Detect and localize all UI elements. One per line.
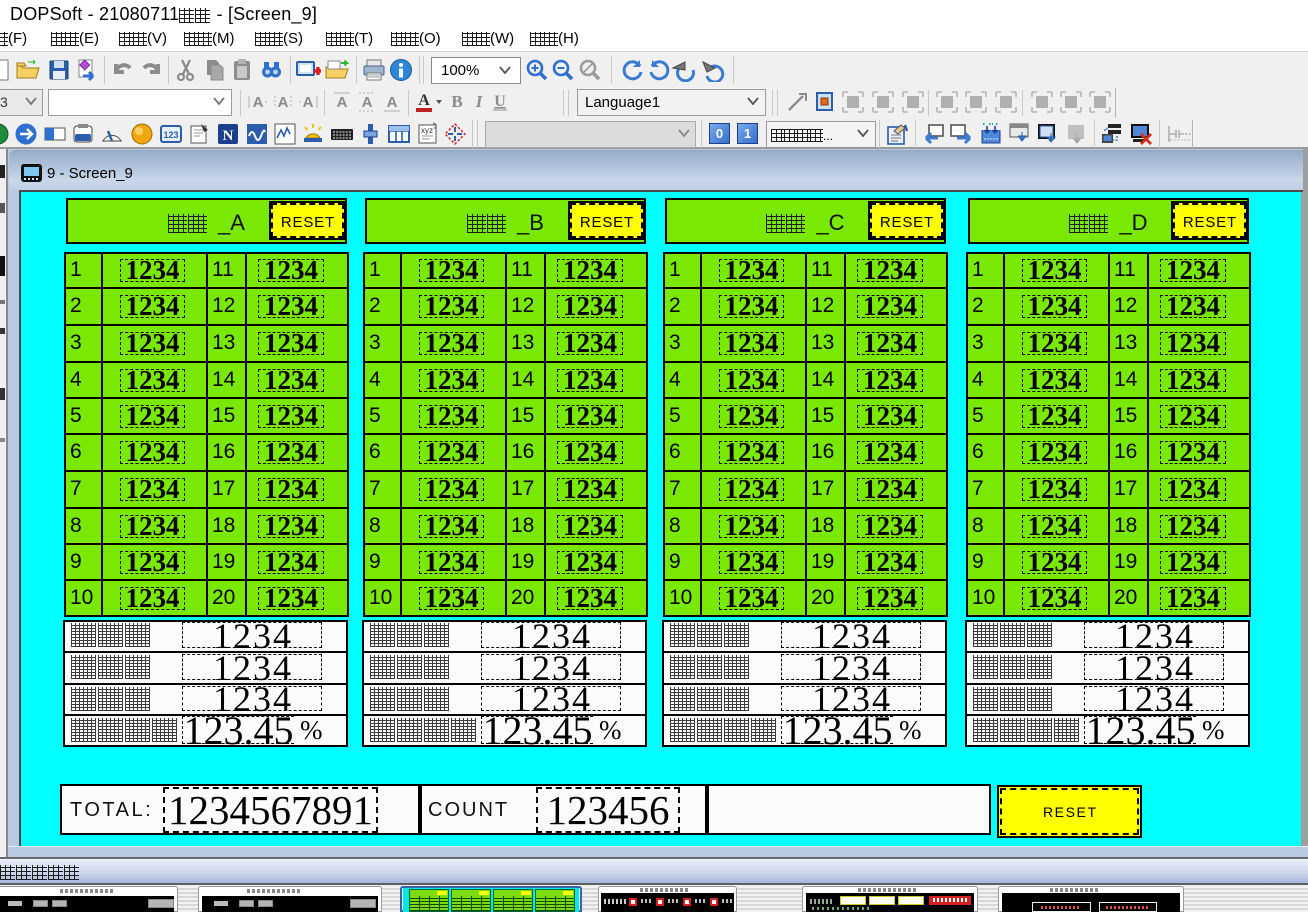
svg-text:xyz: xyz: [421, 126, 433, 135]
svg-text:A: A: [253, 94, 264, 111]
svg-text:B: B: [451, 92, 462, 111]
svg-text:A: A: [278, 94, 289, 111]
svg-text:123: 123: [163, 130, 178, 140]
svg-text:A: A: [337, 94, 348, 111]
svg-text:I: I: [475, 92, 484, 111]
svg-text:A: A: [303, 94, 314, 111]
svg-text:A: A: [387, 94, 398, 111]
svg-text:N: N: [223, 128, 234, 144]
svg-text:U: U: [494, 93, 506, 110]
svg-text:A: A: [362, 94, 373, 111]
svg-text:A: A: [418, 92, 430, 109]
